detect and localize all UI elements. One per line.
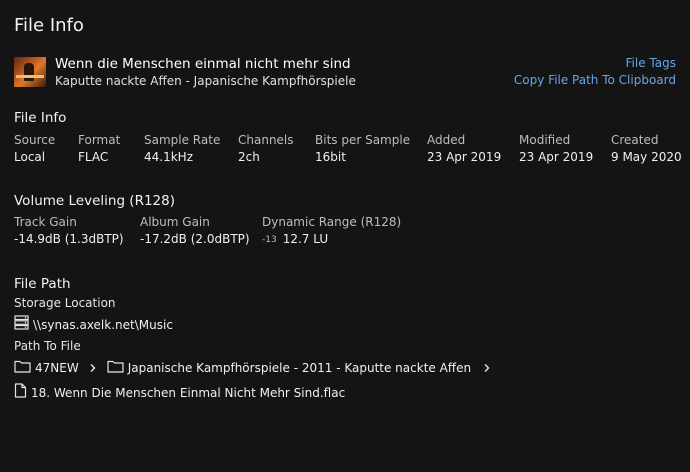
modified-label: Modified <box>519 133 571 147</box>
file-icon <box>14 383 27 402</box>
storage-location-row: \\synas.axelk.net\Music <box>14 315 173 334</box>
track-gain-value: -14.9dB (1.3dBTP) <box>14 232 124 246</box>
chevron-right-icon <box>89 358 97 377</box>
file-tags-link[interactable]: File Tags <box>626 56 676 70</box>
modified-value: 23 Apr 2019 <box>519 150 594 164</box>
album-art-thumbnail <box>14 57 46 87</box>
storage-location-value: \\synas.axelk.net\Music <box>33 317 173 332</box>
folder-icon <box>107 358 124 377</box>
sample-rate-value: 44.1kHz <box>144 150 193 164</box>
source-value: Local <box>14 150 46 164</box>
created-value: 9 May 2020 <box>611 150 682 164</box>
channels-value: 2ch <box>238 150 260 164</box>
bits-per-sample-value: 16bit <box>315 150 346 164</box>
copy-file-path-link[interactable]: Copy File Path To Clipboard <box>514 73 676 87</box>
file-info-heading: File Info <box>14 110 67 126</box>
created-label: Created <box>611 133 659 147</box>
album-gain-value: -17.2dB (2.0dBTP) <box>140 232 250 246</box>
dynamic-range-prefix: -13 <box>262 235 277 245</box>
file-name: 18. Wenn Die Menschen Einmal Nicht Mehr … <box>31 385 346 400</box>
bits-per-sample-label: Bits per Sample <box>315 133 411 147</box>
server-icon <box>14 315 29 334</box>
dynamic-range-amount: 12.7 LU <box>282 232 329 246</box>
added-label: Added <box>427 133 466 147</box>
folder-47new[interactable]: 47NEW <box>35 361 79 375</box>
folder-icon <box>14 358 31 377</box>
track-subtitle: Kaputte nackte Affen - Japanische Kampfh… <box>55 74 356 88</box>
sample-rate-label: Sample Rate <box>144 133 221 147</box>
added-value: 23 Apr 2019 <box>427 150 502 164</box>
folder-album[interactable]: Japanische Kampfhörspiele - 2011 - Kaput… <box>128 361 471 375</box>
album-gain-label: Album Gain <box>140 215 210 229</box>
page-title: File Info <box>14 15 84 36</box>
folder-path-row: 47NEW Japanische Kampfhörspiele - 2011 -… <box>14 358 491 377</box>
path-to-file-label: Path To File <box>14 339 81 353</box>
channels-label: Channels <box>238 133 294 147</box>
dynamic-range-label: Dynamic Range (R128) <box>262 215 402 229</box>
dynamic-range-value: -13 12.7 LU <box>262 232 328 246</box>
source-label: Source <box>14 133 56 147</box>
storage-location-label: Storage Location <box>14 296 116 310</box>
track-title: Wenn die Menschen einmal nicht mehr sind <box>55 56 351 72</box>
file-path-heading: File Path <box>14 276 71 292</box>
format-value: FLAC <box>78 150 109 164</box>
volume-leveling-heading: Volume Leveling (R128) <box>14 193 175 209</box>
chevron-right-icon <box>483 358 491 377</box>
format-label: Format <box>78 133 121 147</box>
track-gain-label: Track Gain <box>14 215 77 229</box>
file-row: 18. Wenn Die Menschen Einmal Nicht Mehr … <box>14 383 345 402</box>
